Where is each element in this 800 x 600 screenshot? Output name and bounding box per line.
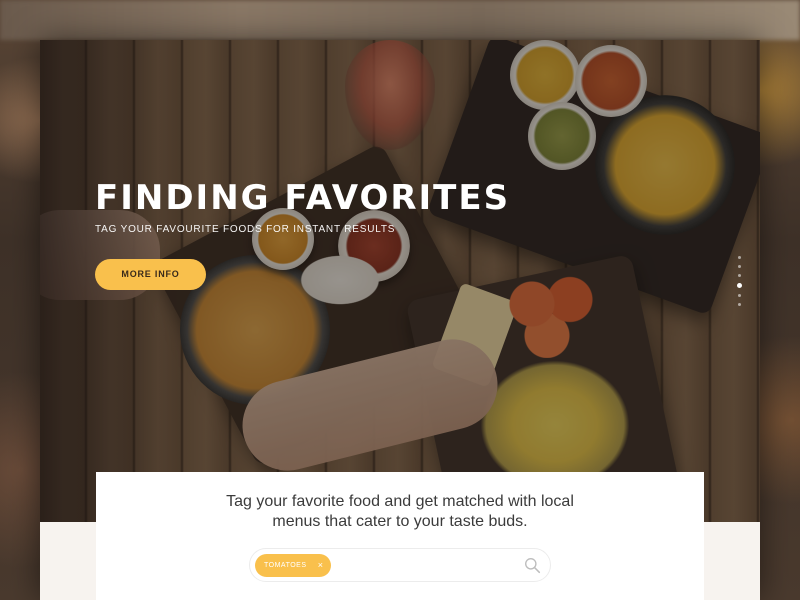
hero-title: FINDING FAVORITES <box>95 178 511 218</box>
slider-dot[interactable] <box>738 274 741 277</box>
intro-text: Tag your favorite food and get matched w… <box>96 492 704 532</box>
tag-search-input[interactable]: TOMATOES × <box>249 548 551 582</box>
hero-subtitle: TAG YOUR FAVOURITE FOODS FOR INSTANT RES… <box>95 224 396 235</box>
hero-content: FINDING FAVORITES TAG YOUR FAVOURITE FOO… <box>95 178 510 290</box>
blurred-background-top <box>0 0 800 40</box>
landing-page-card: FINDING FAVORITES TAG YOUR FAVOURITE FOO… <box>40 40 760 600</box>
tag-remove-icon[interactable]: × <box>318 561 323 570</box>
slider-dot[interactable] <box>738 256 741 259</box>
search-icon[interactable] <box>524 557 541 574</box>
slider-pagination <box>737 256 742 306</box>
slider-dot[interactable] <box>738 294 741 297</box>
tag-label: TOMATOES <box>264 562 307 569</box>
slider-dot-active[interactable] <box>737 283 742 288</box>
food-tag-chip[interactable]: TOMATOES × <box>255 554 331 577</box>
slider-dot[interactable] <box>738 265 741 268</box>
intro-line-2: menus that cater to your taste buds. <box>272 513 528 530</box>
slider-dot[interactable] <box>738 303 741 306</box>
intro-line-1: Tag your favorite food and get matched w… <box>226 493 574 510</box>
hero-section: FINDING FAVORITES TAG YOUR FAVOURITE FOO… <box>40 40 760 522</box>
intro-panel: Tag your favorite food and get matched w… <box>96 472 704 600</box>
more-info-button[interactable]: MORE INFO <box>95 259 206 290</box>
